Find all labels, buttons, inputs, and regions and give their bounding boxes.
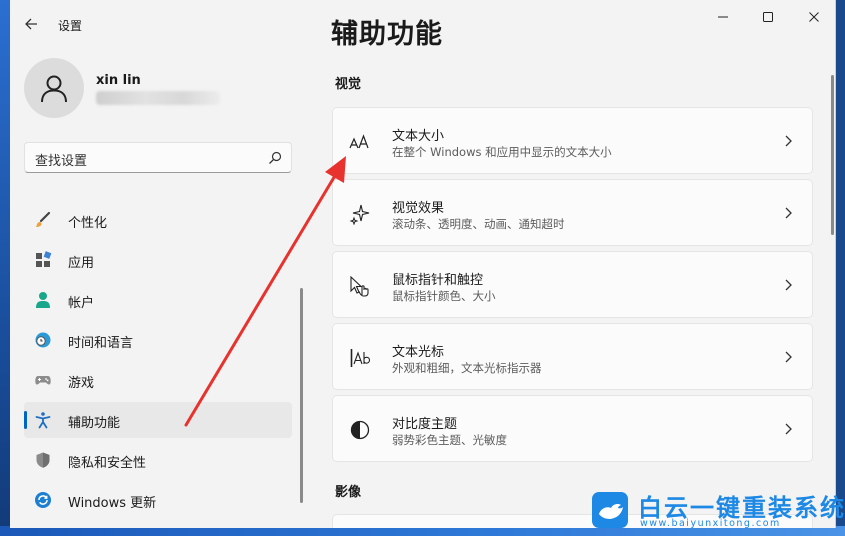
card-title: 文本大小 (392, 129, 445, 144)
sidebar-item-label: 游戏 (68, 376, 95, 391)
paintbrush-icon (36, 211, 51, 227)
app-title: 设置 (58, 19, 83, 33)
mouse-pointer-icon (350, 275, 369, 297)
sidebar-item-label: 时间和语言 (68, 336, 134, 351)
page-title: 辅助功能 (331, 19, 443, 50)
sidebar-item-label: 隐私和安全性 (68, 456, 147, 471)
card-text-cursor[interactable]: 文本光标 外观和粗细，文本光标指示器 (332, 323, 813, 390)
desktop-background (0, 0, 10, 536)
sidebar-item-gaming[interactable]: 游戏 (24, 362, 292, 398)
sidebar-item-label: 辅助功能 (68, 416, 121, 431)
sidebar-item-apps[interactable]: 应用 (24, 242, 292, 278)
back-arrow-icon (25, 18, 37, 30)
sidebar-item-personalization[interactable]: 个性化 (24, 202, 292, 238)
sidebar-item-label: 应用 (68, 256, 95, 271)
sidebar-scrollbar[interactable] (300, 288, 303, 503)
sidebar-item-accounts[interactable]: 帐户 (24, 282, 292, 318)
gamepad-icon (35, 376, 51, 385)
card-description: 鼠标指针颜色、大小 (392, 289, 496, 303)
close-button[interactable] (799, 6, 829, 28)
card-title: 视觉效果 (392, 201, 445, 216)
shield-icon (36, 452, 50, 468)
settings-window: 设置 xin lin 查找设置 个性化 应用 帐户 时间和语言 游戏 辅助功能 … (10, 0, 836, 528)
watermark-url: www.baiyunxitong.com (640, 518, 781, 529)
card-contrast-themes[interactable]: 对比度主题 弱势彩色主题、光敏度 (332, 395, 813, 462)
chevron-right-icon (785, 207, 792, 219)
contrast-icon (350, 420, 370, 440)
sidebar-item-label: 帐户 (68, 296, 95, 311)
close-icon (809, 12, 819, 22)
back-button[interactable] (22, 14, 42, 34)
card-title: 文本光标 (392, 345, 445, 360)
chevron-right-icon (785, 279, 792, 291)
sidebar-item-privacy-security[interactable]: 隐私和安全性 (24, 442, 292, 478)
section-title-vision: 视觉 (335, 77, 362, 92)
main-scrollbar[interactable] (831, 75, 834, 235)
sidebar-item-label: Windows 更新 (68, 496, 157, 511)
maximize-button[interactable] (753, 6, 783, 28)
card-mouse-pointer-touch[interactable]: 鼠标指针和触控 鼠标指针颜色、大小 (332, 251, 813, 318)
card-description: 弱势彩色主题、光敏度 (392, 433, 507, 447)
search-icon (269, 151, 282, 164)
sidebar-item-windows-update[interactable]: Windows 更新 (24, 482, 292, 518)
bird-logo-icon (592, 492, 628, 528)
section-title-media: 影像 (335, 485, 362, 500)
card-description: 在整个 Windows 和应用中显示的文本大小 (392, 145, 612, 159)
user-email-redacted (96, 91, 220, 105)
card-text-size[interactable]: 文本大小 在整个 Windows 和应用中显示的文本大小 (332, 107, 813, 174)
sidebar-item-label: 个性化 (68, 216, 108, 231)
text-cursor-icon (350, 349, 371, 367)
search-placeholder: 查找设置 (35, 154, 88, 169)
accessibility-icon (35, 412, 51, 429)
globe-clock-icon (35, 332, 51, 348)
minimize-button[interactable] (708, 6, 738, 28)
card-title: 对比度主题 (392, 417, 458, 432)
maximize-icon (763, 12, 773, 22)
chevron-right-icon (785, 135, 792, 147)
card-visual-effects[interactable]: 视觉效果 滚动条、透明度、动画、通知超时 (332, 179, 813, 246)
sidebar-item-time-language[interactable]: 时间和语言 (24, 322, 292, 358)
chevron-right-icon (785, 423, 792, 435)
card-title: 鼠标指针和触控 (392, 273, 484, 288)
search-input[interactable]: 查找设置 (24, 142, 292, 173)
chevron-right-icon (785, 351, 792, 363)
card-description: 滚动条、透明度、动画、通知超时 (392, 217, 565, 231)
watermark: 白云一键重装系统 www.baiyunxitong.com (592, 490, 844, 534)
windows-update-icon (35, 492, 51, 508)
user-icon (41, 75, 67, 103)
sparkle-icon (349, 204, 370, 225)
user-name: xin lin (96, 73, 141, 88)
avatar[interactable] (24, 58, 84, 118)
account-icon (36, 292, 50, 308)
minimize-icon (718, 16, 728, 18)
apps-icon (36, 251, 52, 267)
sidebar-item-accessibility[interactable]: 辅助功能 (24, 402, 292, 438)
active-indicator (24, 411, 27, 429)
text-size-icon (349, 134, 369, 149)
card-description: 外观和粗细，文本光标指示器 (392, 361, 542, 375)
